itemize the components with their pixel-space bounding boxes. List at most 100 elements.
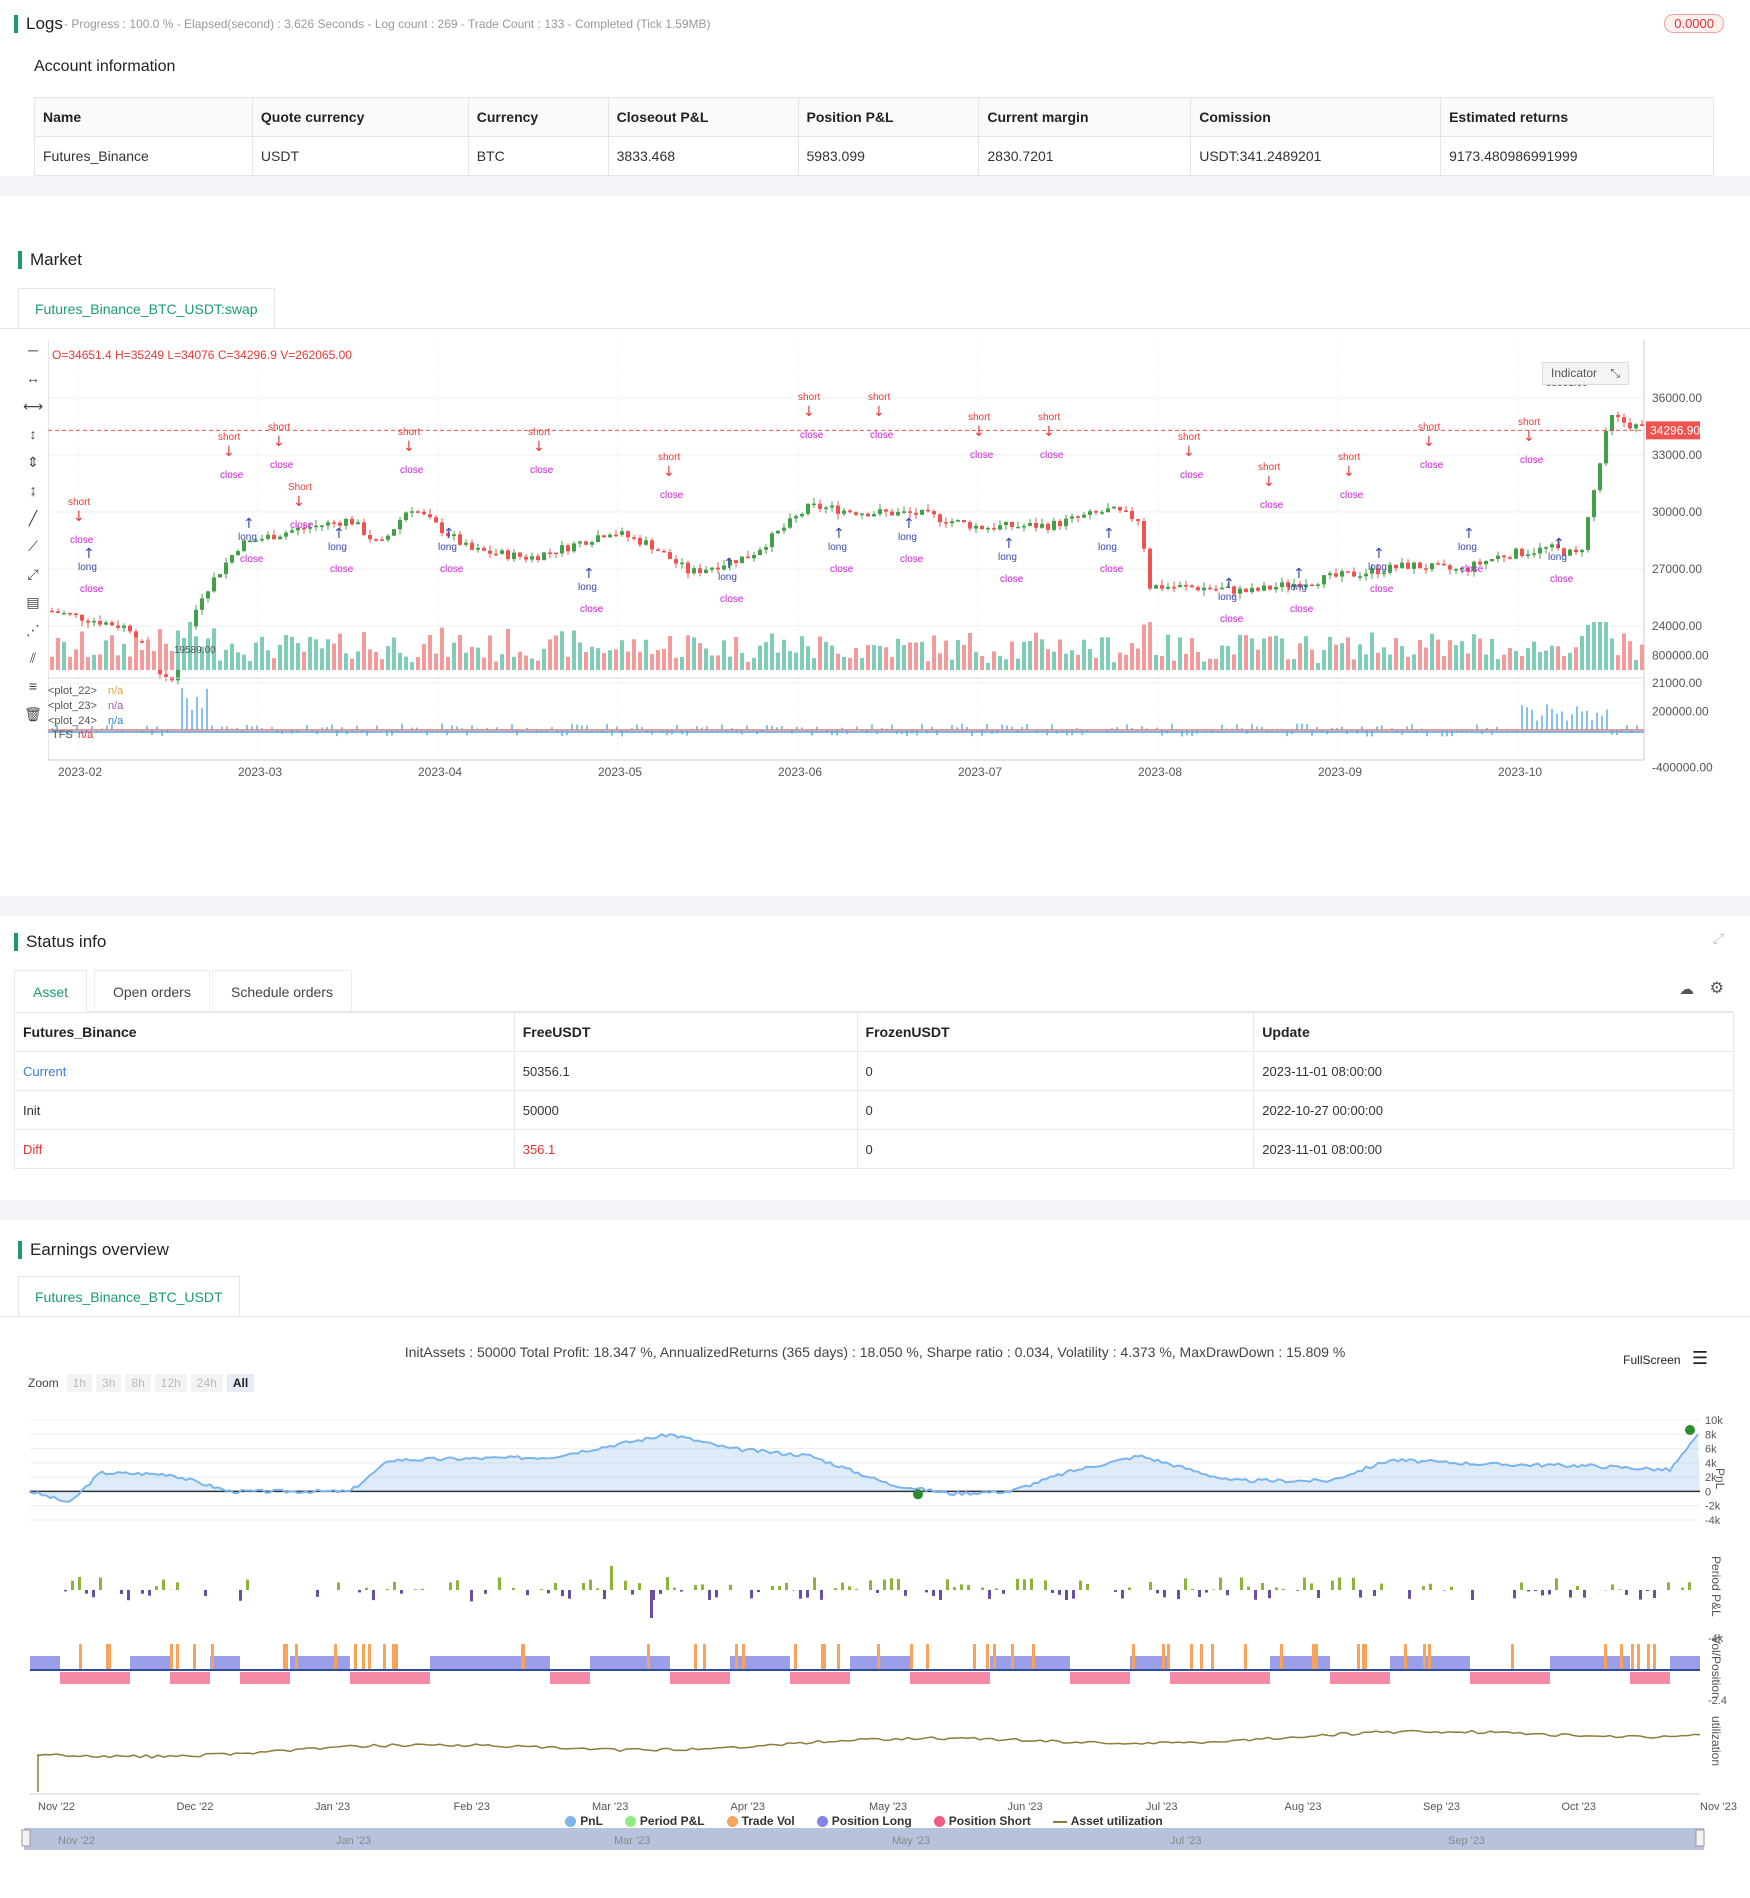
indicator-button[interactable]: Indicator ⤡ (1542, 362, 1629, 385)
zoom-3h-button[interactable]: 3h (96, 1374, 122, 1392)
earnings-symbol-tab[interactable]: Futures_Binance_BTC_USDT (18, 1276, 240, 1316)
volume-bar (128, 656, 132, 670)
candle-body (62, 612, 66, 615)
draw-tool-icon[interactable]: ↕ (22, 426, 44, 448)
period-pnl-bar (1688, 1582, 1691, 1590)
settings-gear-icon[interactable]: ⚙ (1710, 978, 1724, 998)
period-pnl-bar (540, 1588, 543, 1590)
candle-body (1634, 424, 1638, 429)
volume-bar (1094, 657, 1098, 670)
trade-vol-bar (334, 1644, 337, 1670)
legend-item[interactable]: PnL (565, 1814, 603, 1828)
fullscreen-button[interactable]: FullScreen ☰ (1623, 1348, 1708, 1369)
long-arrow-icon: ↑ (1103, 526, 1115, 542)
long-signal-label: long (1458, 542, 1477, 553)
candle-body (758, 549, 762, 556)
volume-bar (104, 640, 108, 670)
volume-bar (1364, 654, 1368, 670)
legend-item[interactable]: Asset utilization (1052, 1814, 1163, 1828)
trade-vol-bar (362, 1644, 365, 1670)
collapse-icon[interactable]: ⤢ (1713, 930, 1724, 947)
legend-item[interactable]: Period P&L (624, 1814, 705, 1828)
period-pnl-bar (729, 1584, 732, 1590)
candle-body (656, 549, 660, 551)
trash-icon[interactable]: 🗑 (22, 706, 44, 728)
candle-body (920, 509, 924, 515)
volume-bar (1148, 622, 1152, 670)
market-symbol-tab[interactable]: Futures_Binance_BTC_USDT:swap (18, 288, 275, 328)
account-cell: USDT:341.2489201 (1190, 136, 1442, 176)
draw-tool-icon[interactable]: ≡ (22, 678, 44, 700)
candle-body (434, 517, 438, 523)
candle-body (1208, 587, 1212, 590)
expand-icon[interactable]: ⤡ (1610, 366, 1620, 380)
draw-tool-icon[interactable]: ⟷ (22, 398, 44, 420)
tab-open-orders[interactable]: Open orders (94, 970, 210, 1012)
volume-bar (1106, 637, 1110, 670)
tab-schedule-orders[interactable]: Schedule orders (212, 970, 352, 1012)
period-pnl-bar (337, 1582, 340, 1590)
zoom-12h-button[interactable]: 12h (154, 1374, 187, 1392)
volume-bar (1418, 640, 1422, 670)
volume-bar (1262, 638, 1266, 670)
period-pnl-bar (512, 1587, 515, 1590)
earnings-chart[interactable]: 10k8k6k4k2k0-2k-4kPnLPeriod P&L-4kVol/Po… (0, 1410, 1750, 1880)
period-pnl-bar (1331, 1580, 1334, 1590)
volume-bar (86, 657, 90, 670)
draw-tool-icon[interactable]: ↔ (22, 370, 44, 392)
cloud-download-icon[interactable]: ☁ (1679, 980, 1694, 998)
draw-tool-icon[interactable]: ⫽ (22, 650, 44, 672)
candlestick-chart[interactable]: 36000.00 33000.00 30000.00 27000.00 24000.00… (48, 340, 1748, 900)
draw-tool-icon[interactable]: ⇕ (22, 454, 44, 476)
legend-item[interactable]: Position Long (816, 1814, 912, 1828)
account-cell: 2830.7201 (978, 136, 1192, 176)
legend-marker-icon (726, 1816, 738, 1828)
asset-cell: 0 (856, 1090, 1255, 1130)
volume-bar (338, 633, 342, 670)
candle-body (230, 554, 234, 563)
draw-tool-icon[interactable]: ▤ (22, 594, 44, 616)
tab-asset[interactable]: Asset (14, 970, 88, 1012)
volume-bar (1034, 632, 1038, 670)
candle-body (776, 530, 780, 534)
draw-tool-icon[interactable]: ⤢ (22, 566, 44, 588)
draw-tool-icon[interactable]: ⟋ (22, 538, 44, 560)
period-pnl-bar (1268, 1590, 1271, 1599)
volume-bar (746, 661, 750, 670)
trade-vol-bar (1631, 1644, 1634, 1670)
zoom-24h-button[interactable]: 24h (190, 1374, 223, 1392)
date-tick-label: 2023-08 (1138, 765, 1182, 779)
low-marker: 19589.00 (174, 645, 216, 656)
volume-bar (1196, 652, 1200, 670)
candle-body (668, 552, 672, 560)
period-pnl-bar (449, 1582, 452, 1590)
period-pnl-bar (1618, 1589, 1621, 1590)
menu-icon[interactable]: ☰ (1692, 1348, 1708, 1368)
candle-body (1166, 586, 1170, 589)
period-pnl-bar (897, 1579, 900, 1590)
zoom-1h-button[interactable]: 1h (66, 1374, 93, 1392)
candle-body (1340, 571, 1344, 577)
draw-tool-icon[interactable]: ⋰ (22, 622, 44, 644)
zoom-all-button[interactable]: All (226, 1374, 255, 1392)
volume-bar (890, 657, 894, 670)
volume-bar (332, 643, 336, 670)
draw-tool-icon[interactable]: ─ (22, 342, 44, 364)
volume-bar (884, 647, 888, 670)
draw-tool-icon[interactable]: ╱ (22, 510, 44, 532)
legend-item[interactable]: Trade Vol (726, 1814, 795, 1828)
trade-vol-bar (295, 1644, 298, 1670)
short-signal-label: short (398, 427, 420, 438)
candle-body (812, 503, 816, 506)
volume-bar (350, 658, 354, 670)
position-short-block (350, 1672, 430, 1684)
volume-bar (1406, 656, 1410, 670)
zoom-8h-button[interactable]: 8h (125, 1374, 151, 1392)
candle-body (1190, 585, 1194, 588)
legend-item[interactable]: Position Short (933, 1814, 1031, 1828)
candle-body (698, 568, 702, 574)
asset-row: Current 50356.1 0 2023-11-01 08:00:00 (14, 1051, 1734, 1091)
volume-bar (854, 647, 858, 670)
draw-tool-icon[interactable]: ↨ (22, 482, 44, 504)
candle-body (674, 559, 678, 564)
